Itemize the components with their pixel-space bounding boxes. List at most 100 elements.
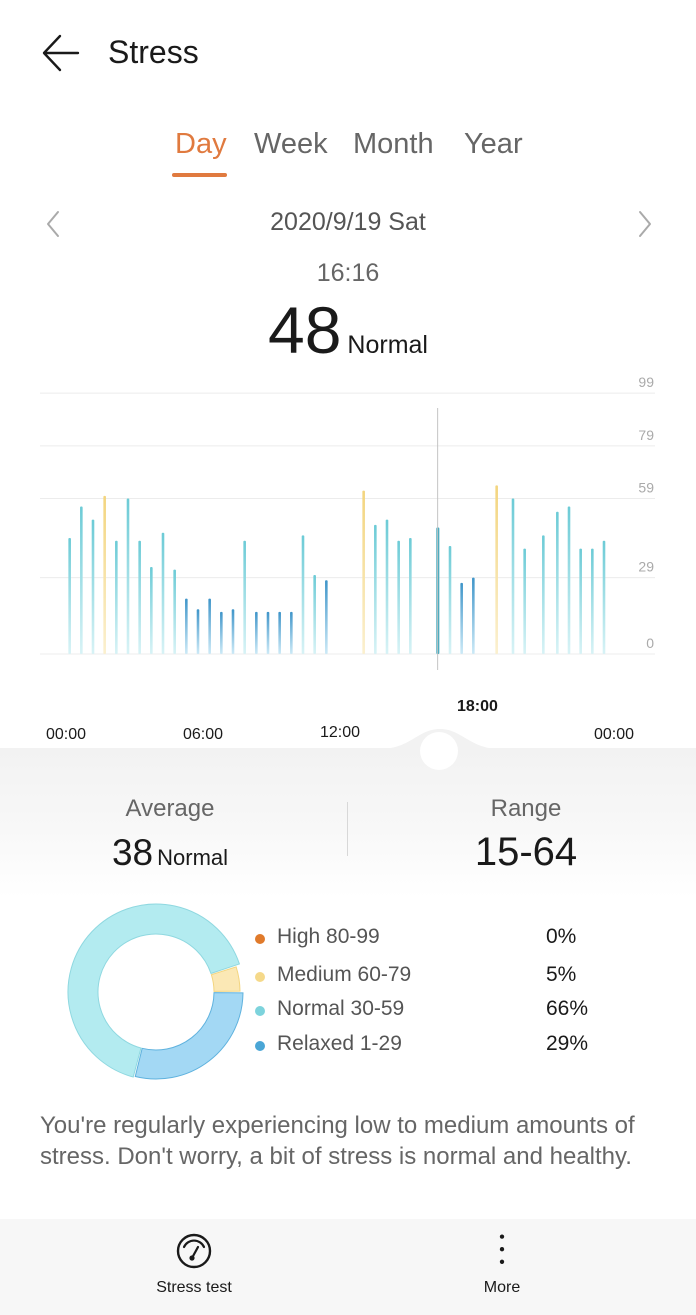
bar-relaxed[interactable]: [231, 609, 235, 654]
y-tick-label: 0: [646, 635, 654, 651]
legend-percent: 29%: [546, 1032, 589, 1055]
normal-dot-icon: [255, 1006, 265, 1016]
selected-status: Normal: [347, 331, 428, 359]
bar-normal[interactable]: [68, 538, 71, 654]
bar-relaxed[interactable]: [196, 609, 200, 654]
page-title: Stress: [108, 34, 199, 70]
x-tick-label: 00:00: [594, 726, 635, 743]
bar-normal[interactable]: [173, 569, 176, 654]
relaxed-dot-icon: [255, 1041, 265, 1051]
bar-normal[interactable]: [313, 574, 316, 654]
range-value: 15-64: [474, 830, 578, 874]
stress-description: You're regularly experiencing low to med…: [40, 1112, 635, 1170]
x-tick-label: 06:00: [183, 726, 224, 743]
back-button[interactable]: [40, 32, 82, 74]
date-navigator: 2020/9/19 Sat: [0, 205, 696, 245]
bar-normal[interactable]: [150, 567, 153, 654]
tab-day[interactable]: Day: [175, 128, 227, 161]
tab-week[interactable]: Week: [254, 128, 328, 161]
bar-normal[interactable]: [579, 548, 582, 654]
bar-normal[interactable]: [448, 545, 452, 654]
y-tick-label: 59: [638, 480, 654, 496]
bottom-action-bar: Stress test More: [0, 1219, 696, 1315]
bar-normal[interactable]: [243, 540, 246, 654]
selected-value: 48: [268, 293, 342, 367]
legend-percent: 66%: [546, 997, 589, 1020]
range-label: Range: [490, 795, 562, 822]
bar-normal[interactable]: [397, 540, 400, 654]
bar-normal[interactable]: [91, 519, 95, 654]
current-date: 2020/9/19 Sat: [270, 208, 426, 236]
stress-test-button[interactable]: Stress test: [94, 1219, 294, 1315]
distribution-donut-chart: [67, 903, 244, 1080]
more-button[interactable]: More: [402, 1219, 602, 1315]
bar-relaxed[interactable]: [208, 598, 211, 654]
bar-normal[interactable]: [301, 535, 305, 654]
bar-normal[interactable]: [161, 532, 165, 654]
bar-normal[interactable]: [542, 535, 545, 654]
bar-relaxed[interactable]: [325, 580, 328, 654]
selected-time: 16:16: [316, 259, 380, 287]
legend-item-medium: Medium 60-79 5%: [255, 963, 615, 993]
tab-year[interactable]: Year: [464, 128, 523, 161]
bar-relaxed[interactable]: [460, 582, 463, 654]
more-label: More: [483, 1279, 521, 1296]
legend-percent: 5%: [546, 963, 577, 986]
x-tick-label: 18:00: [457, 698, 498, 715]
bar-normal[interactable]: [523, 548, 526, 654]
average-value: 38: [111, 832, 154, 873]
medium-dot-icon: [255, 972, 265, 982]
more-vertical-icon: [499, 1234, 505, 1264]
bar-normal[interactable]: [602, 540, 606, 654]
legend-item-normal: Normal 30-59 66%: [255, 997, 615, 1027]
y-tick-label: 79: [638, 427, 654, 443]
high-dot-icon: [255, 934, 265, 944]
bar-relaxed[interactable]: [255, 611, 258, 654]
donut-slice-relaxed: [134, 992, 244, 1080]
bar-relaxed[interactable]: [185, 598, 188, 654]
selected-reading: 48 Normal: [0, 292, 696, 368]
average-reading: 38 Normal: [0, 832, 340, 874]
average-label: Average: [125, 795, 215, 822]
bar-relaxed[interactable]: [220, 611, 223, 654]
bar-normal[interactable]: [374, 524, 377, 654]
average-status: Normal: [157, 845, 229, 870]
tab-month[interactable]: Month: [353, 128, 434, 161]
legend-label: High 80-99: [277, 925, 380, 948]
stress-test-label: Stress test: [156, 1279, 232, 1296]
bar-normal[interactable]: [567, 506, 571, 654]
legend-percent: 0%: [546, 925, 577, 948]
y-tick-label: 29: [638, 559, 654, 575]
bar-medium[interactable]: [362, 490, 365, 654]
y-tick-label: 99: [638, 374, 654, 390]
period-tabs: Day Week Month Year: [0, 128, 696, 188]
bar-relaxed[interactable]: [278, 611, 281, 654]
bar-relaxed[interactable]: [266, 611, 270, 654]
x-tick-label: 00:00: [46, 726, 87, 743]
bar-normal[interactable]: [591, 548, 594, 654]
gauge-icon: [176, 1233, 212, 1269]
legend-label: Normal 30-59: [277, 997, 405, 1020]
arrow-left-icon: [42, 34, 80, 72]
chevron-right-icon: [639, 211, 651, 237]
bar-normal[interactable]: [511, 498, 515, 654]
stats-divider: [347, 802, 348, 856]
bar-medium[interactable]: [103, 495, 106, 654]
active-tab-indicator: [172, 173, 227, 177]
bar-relaxed[interactable]: [290, 611, 293, 654]
bar-normal[interactable]: [385, 519, 389, 654]
legend-label: Relaxed 1-29: [277, 1032, 402, 1055]
next-day-button[interactable]: [632, 207, 656, 241]
bar-normal[interactable]: [409, 538, 412, 654]
legend-item-relaxed: Relaxed 1-29 29%: [255, 1032, 615, 1062]
bar-medium[interactable]: [495, 485, 498, 654]
bar-relaxed[interactable]: [472, 577, 475, 654]
time-slider-handle[interactable]: [420, 732, 458, 770]
bar-normal[interactable]: [115, 540, 118, 654]
bar-normal[interactable]: [80, 506, 83, 654]
x-tick-label: 12:00: [320, 724, 361, 741]
bar-normal[interactable]: [556, 511, 559, 654]
bar-normal[interactable]: [138, 540, 141, 654]
stress-chart[interactable]: 0 29 59 79 99: [0, 370, 696, 690]
bar-normal[interactable]: [126, 498, 130, 654]
